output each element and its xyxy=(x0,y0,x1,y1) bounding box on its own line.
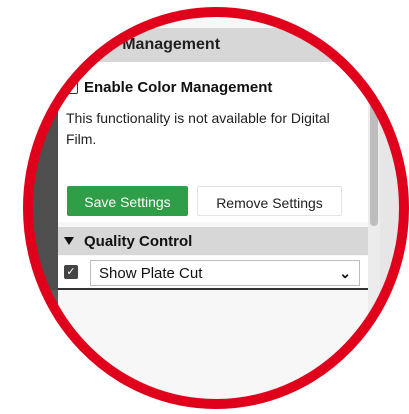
collapse-triangle-icon xyxy=(64,237,74,245)
quality-control-selected-option: Show Plate Cut xyxy=(99,264,203,282)
screenshot-stage: Color Management Enable Color Management… xyxy=(0,0,409,414)
section-title: Color Management xyxy=(76,36,221,53)
enable-color-management-label: Enable Color Management xyxy=(84,79,273,96)
enable-color-management-checkbox[interactable] xyxy=(66,81,78,94)
quality-control-title: Quality Control xyxy=(84,232,193,250)
quality-control-header[interactable]: Quality Control xyxy=(58,227,368,255)
quality-control-checkbox[interactable]: ✓ xyxy=(64,265,78,279)
save-settings-button[interactable]: Save Settings xyxy=(67,186,188,216)
annotation-arrow-icon xyxy=(4,288,46,330)
chevron-down-icon: ⌄ xyxy=(339,264,351,281)
scrollbar-thumb[interactable] xyxy=(370,62,378,226)
right-background xyxy=(380,0,409,414)
section-header-color-management: Color Management xyxy=(58,28,380,62)
remove-settings-button[interactable]: Remove Settings xyxy=(197,186,342,216)
enable-color-management-row[interactable]: Enable Color Management xyxy=(66,79,272,96)
quality-control-select[interactable]: Show Plate Cut ⌄ xyxy=(90,260,360,286)
color-management-info-text: This functionality is not available for … xyxy=(66,110,330,147)
